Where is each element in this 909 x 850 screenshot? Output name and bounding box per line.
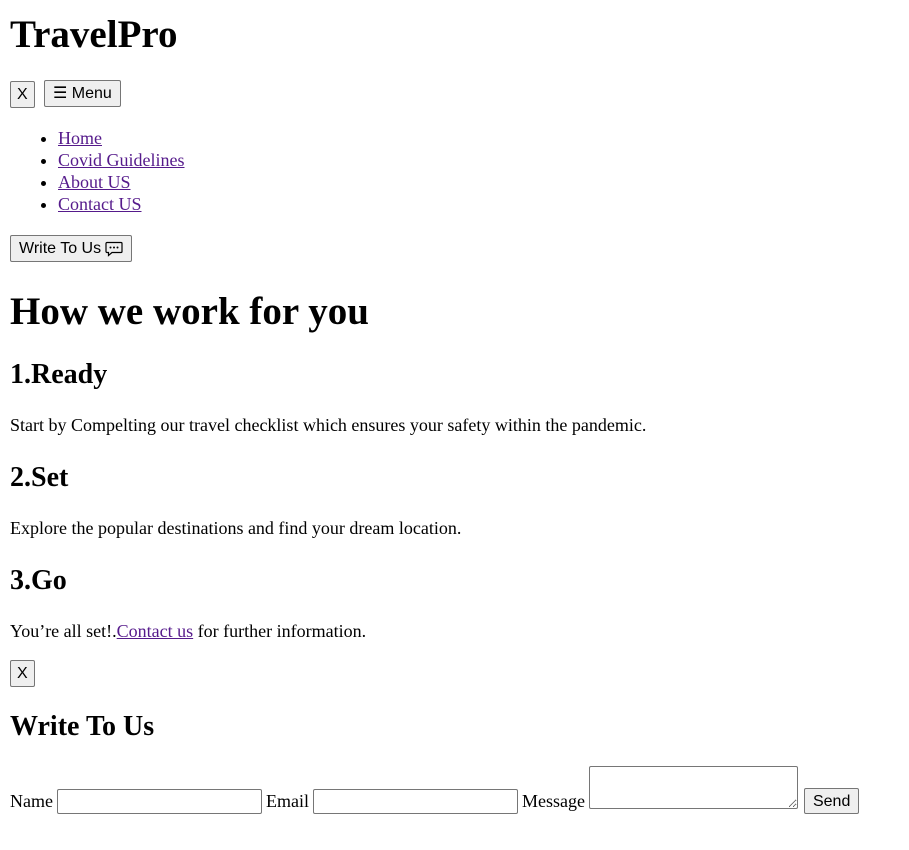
- nav-link-contact-us[interactable]: Contact US: [58, 194, 142, 214]
- step-title-ready: 1.Ready: [10, 359, 108, 390]
- nav-item-contact-us: Contact US: [58, 193, 185, 215]
- name-input[interactable]: [56, 789, 262, 814]
- step-text-go: You’re all set!.Contact us for further i…: [10, 622, 366, 640]
- email-label: Email: [265, 791, 309, 811]
- nav-link-about-us[interactable]: About US: [58, 172, 131, 192]
- nav-item-home: Home: [58, 127, 185, 149]
- close-menu-button[interactable]: X: [10, 81, 35, 108]
- write-to-us-label: Write To Us: [19, 240, 102, 257]
- step-title-go: 3.Go: [10, 565, 67, 596]
- write-to-us-button[interactable]: Write To Us: [10, 235, 133, 262]
- write-to-us-form: Name Email Message Send: [10, 766, 860, 814]
- step-title-set: 2.Set: [10, 462, 69, 493]
- page: TravelPro X ☰ Menu Home Covid Guidelines…: [0, 0, 909, 850]
- menu-button[interactable]: ☰ Menu: [44, 80, 121, 107]
- contact-us-link[interactable]: Contact us: [117, 621, 194, 641]
- form-title: Write To Us: [10, 711, 155, 742]
- nav-item-covid-guidelines: Covid Guidelines: [58, 149, 185, 171]
- site-title: TravelPro: [10, 13, 178, 56]
- step-text-go-before: You’re all set!.: [10, 621, 117, 641]
- chat-bubble-icon: [105, 241, 123, 257]
- nav-item-about-us: About US: [58, 171, 185, 193]
- nav-link-home[interactable]: Home: [58, 128, 102, 148]
- send-button[interactable]: Send: [803, 788, 860, 814]
- section-title: How we work for you: [10, 290, 369, 333]
- email-input[interactable]: [312, 789, 518, 814]
- step-text-go-after: for further information.: [193, 621, 367, 641]
- step-text-ready: Start by Compelting our travel checklist…: [10, 415, 647, 435]
- message-textarea[interactable]: [588, 766, 798, 809]
- message-label: Message: [521, 791, 585, 811]
- name-label: Name: [10, 791, 53, 811]
- nav-link-covid-guidelines[interactable]: Covid Guidelines: [58, 150, 185, 170]
- close-form-button[interactable]: X: [10, 660, 35, 687]
- step-text-set: Explore the popular destinations and fin…: [10, 518, 462, 538]
- nav-list: Home Covid Guidelines About US Contact U…: [10, 127, 185, 215]
